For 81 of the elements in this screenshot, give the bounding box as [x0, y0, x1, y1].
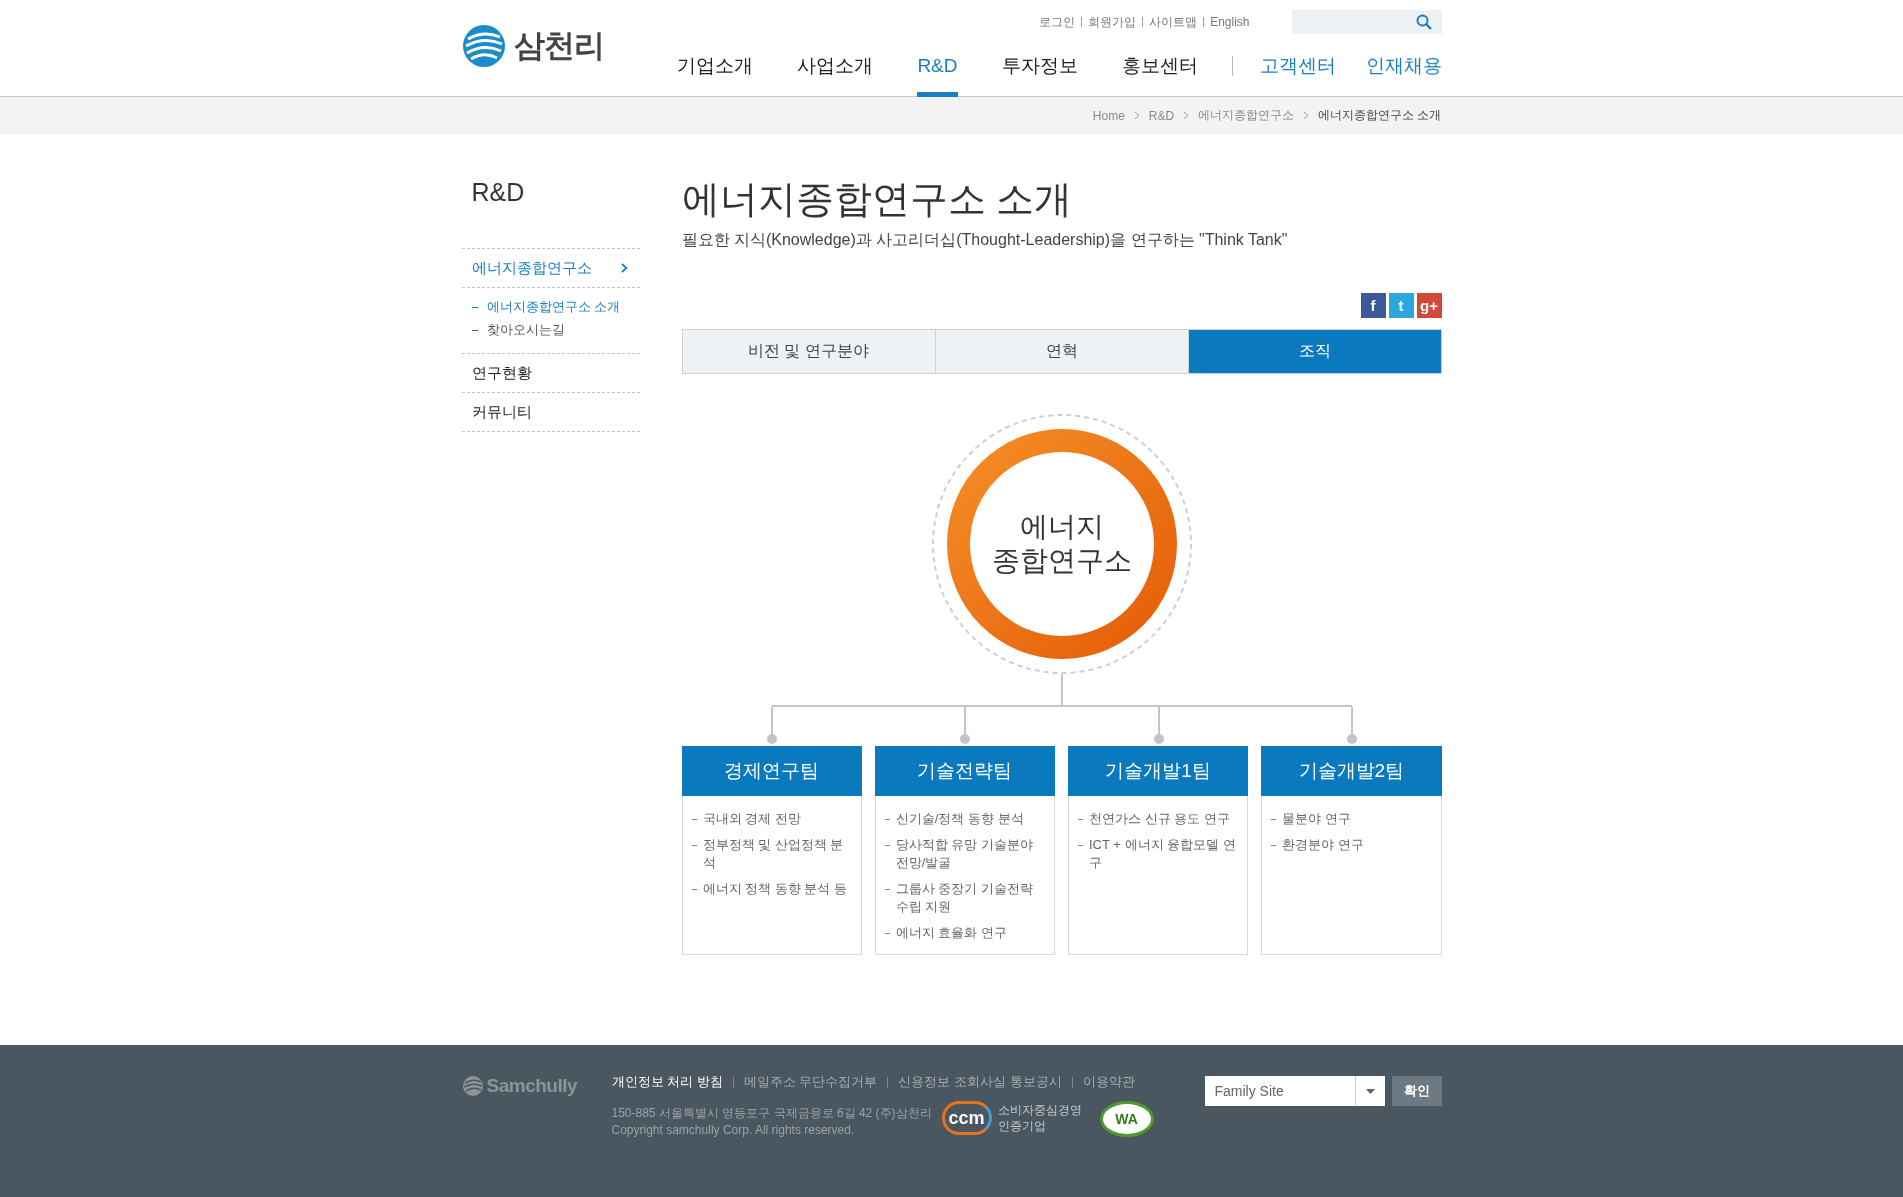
tab[interactable]: 비전 및 연구분야 — [682, 330, 935, 373]
footer-logo[interactable]: Samchully — [486, 1075, 578, 1097]
task-text: 에너지 효율화 연구 — [895, 924, 1007, 942]
dash-icon — [1271, 819, 1277, 820]
logo-text[interactable]: 삼천리 — [513, 25, 604, 67]
dash-icon — [1271, 845, 1277, 846]
sidebar-subitem[interactable]: 에너지종합연구소 소개 — [471, 298, 640, 316]
util-link[interactable]: 사이트맵 — [1143, 13, 1204, 31]
nav-item[interactable]: 사업소개 — [797, 34, 874, 97]
dash-icon — [691, 819, 697, 820]
footer-link[interactable]: 메일주소 무단수집거부 — [743, 1073, 878, 1091]
nav-item[interactable]: 고객센터 — [1259, 34, 1336, 97]
dash-icon — [691, 845, 697, 846]
sidebar-subitem[interactable]: 찾아오시는길 — [471, 321, 640, 339]
team-name: 기술개발2팀 — [1261, 746, 1442, 796]
dash-icon — [884, 933, 890, 934]
dash-icon — [1078, 819, 1083, 820]
breadcrumb-item[interactable]: 에너지종합연구소 소개 — [1318, 107, 1442, 124]
chevron-icon — [620, 263, 628, 273]
ccm-badge: ccm — [941, 1101, 992, 1135]
nav-item[interactable]: 홍보센터 — [1121, 34, 1198, 97]
address-text: 150-885 서울특별시 영등포구 국제금융로 6길 42 (주)삼천리 — [611, 1105, 933, 1122]
page-title: 에너지종합연구소 소개 — [681, 177, 1074, 222]
dash-icon — [884, 819, 890, 820]
sidebar-item[interactable]: 연구현황 — [461, 354, 640, 392]
share-icon[interactable]: t — [1388, 293, 1414, 318]
chevron-icon — [1133, 111, 1140, 120]
tab[interactable]: 조직 — [1187, 330, 1441, 373]
caret-icon — [1365, 1088, 1375, 1094]
share-icon[interactable]: f — [1360, 293, 1386, 318]
sidebar-item[interactable]: 커뮤니티 — [461, 393, 640, 431]
nav-item[interactable]: 기업소개 — [677, 34, 754, 97]
team-name: 기술전략팀 — [874, 746, 1055, 796]
breadcrumb-item[interactable]: 에너지종합연구소 — [1198, 107, 1295, 124]
connector-branch — [1153, 706, 1164, 744]
dash-icon — [884, 889, 890, 890]
tab[interactable]: 연혁 — [934, 330, 1188, 373]
task-text: 정부정책 및 산업정책 분석 — [702, 836, 845, 872]
task-text: 당사적합 유망 기술분야 전망/발굴 — [895, 836, 1034, 872]
breadcrumb-item[interactable]: Home — [1092, 108, 1125, 123]
util-link[interactable]: English — [1204, 15, 1256, 29]
task-text: 그룹사 중장기 기술전략 수립 지원 — [895, 880, 1034, 916]
dash-icon — [691, 889, 697, 890]
family-site-select[interactable]: Family Site — [1204, 1076, 1385, 1106]
copyright-text: Copyright samchully Corp. All rights reserved. — [611, 1122, 856, 1139]
task-text: ICT + 에너지 융합모델 연구 — [1089, 836, 1237, 872]
chevron-icon — [1183, 111, 1190, 120]
footer-link[interactable]: 개인정보 처리 방침 — [611, 1073, 723, 1091]
dash-icon — [884, 845, 890, 846]
ccm-caption: 소비자중심경영 인증기업 — [997, 1102, 1082, 1134]
search-icon[interactable] — [1415, 14, 1432, 30]
team-name: 경제연구팀 — [681, 746, 862, 796]
task-text: 물분야 연구 — [1282, 810, 1351, 828]
footer-link[interactable]: 신용정보 조회사실 통보공시 — [898, 1073, 1062, 1091]
page-subtitle: 필요한 지식(Knowledge)과 사고리더십(Thought-Leadership)을 연구하는 "Think Tank" — [681, 230, 1289, 250]
nav-item[interactable]: 인재채용 — [1365, 34, 1442, 97]
share-icon[interactable]: g+ — [1416, 293, 1442, 318]
confirm-button[interactable]: 확인 — [1391, 1076, 1442, 1106]
util-link[interactable]: 로그인 — [1033, 13, 1082, 31]
task-text: 신기술/정책 동향 분석 — [895, 810, 1024, 828]
breadcrumb-item[interactable]: R&D — [1148, 108, 1175, 123]
task-text: 천연가스 신규 용도 연구 — [1089, 810, 1230, 828]
accessibility-badge: WA — [1099, 1101, 1154, 1137]
sidebar-title: R&D — [470, 178, 526, 208]
connector-branch — [959, 706, 970, 744]
sidebar-item[interactable]: 에너지종합연구소 — [461, 249, 640, 288]
dash-icon — [1078, 845, 1083, 846]
task-text: 국내외 경제 전망 — [702, 810, 801, 828]
logo-icon — [461, 1075, 484, 1097]
task-text: 환경분야 연구 — [1282, 836, 1364, 854]
logo-icon — [461, 24, 506, 68]
team-name: 기술개발1팀 — [1068, 746, 1249, 796]
chevron-icon — [1303, 111, 1310, 120]
nav-item[interactable]: 투자정보 — [1001, 34, 1078, 97]
connector-branch — [766, 706, 777, 744]
connector-branch — [1346, 706, 1357, 744]
search-field[interactable] — [1291, 10, 1442, 34]
center-label: 에너지 종합연구소 — [991, 511, 1132, 576]
util-link[interactable]: 회원가입 — [1082, 13, 1143, 31]
task-text: 에너지 정책 동향 분석 등 — [702, 880, 847, 898]
footer-link[interactable]: 이용약관 — [1082, 1073, 1135, 1091]
